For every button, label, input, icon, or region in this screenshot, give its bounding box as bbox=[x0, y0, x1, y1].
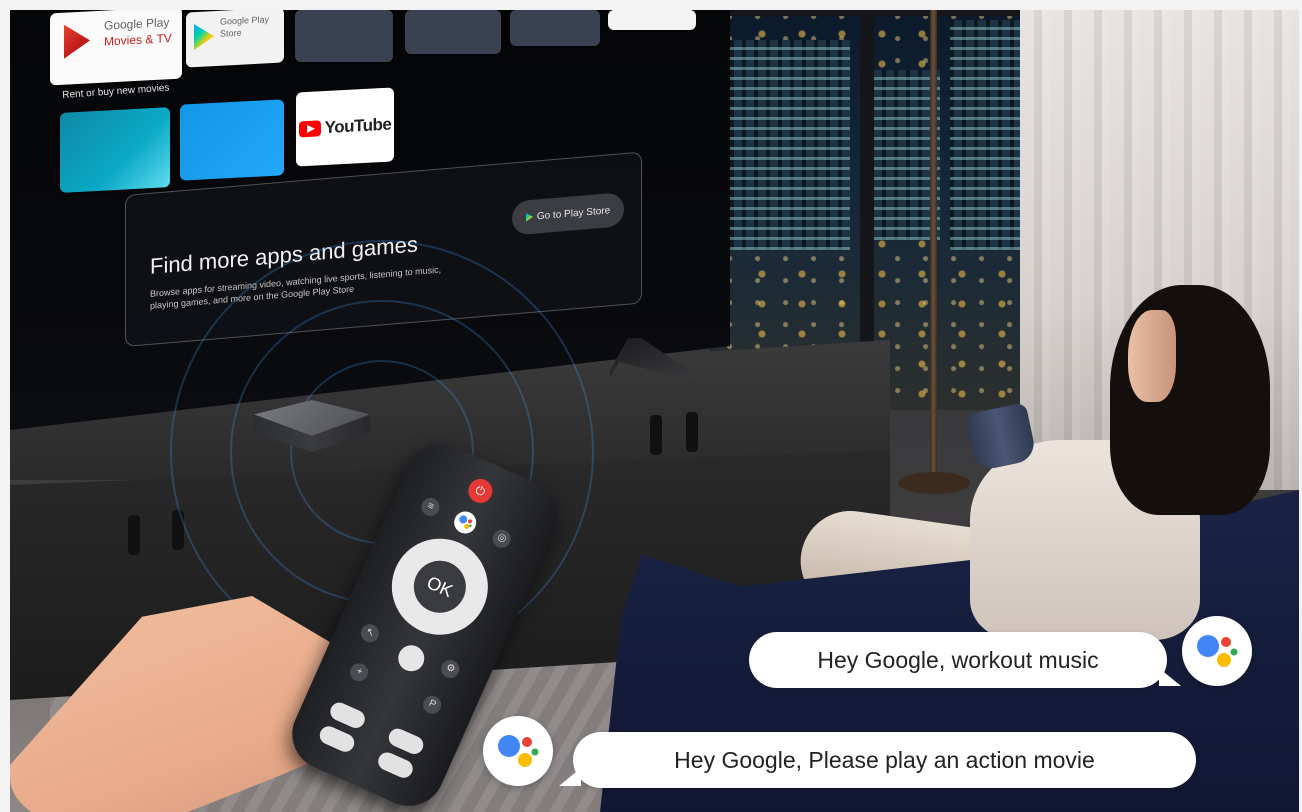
dpad: OK bbox=[376, 523, 504, 651]
speech-bubble: Hey Google, workout music bbox=[749, 632, 1181, 688]
ok-button: OK bbox=[405, 552, 475, 622]
speech-bubble-text: Hey Google, workout music bbox=[817, 646, 1099, 673]
app-shortcut-button bbox=[385, 725, 427, 757]
woman-face bbox=[1128, 310, 1176, 402]
console-handle bbox=[128, 515, 140, 555]
home-button bbox=[394, 641, 429, 676]
menu-button: ≡ bbox=[418, 495, 443, 519]
photo-frame: Google Play Movies & TV Google Play Stor… bbox=[10, 10, 1299, 812]
google-play-store-tile: Google Play Store bbox=[186, 10, 284, 68]
app-tile-teal bbox=[60, 107, 170, 193]
tile-subtitle: Movies & TV bbox=[104, 31, 172, 49]
speech-bubble-text: Hey Google, Please play an action movie bbox=[674, 746, 1095, 773]
tile-subtitle: Store bbox=[220, 27, 242, 39]
window-top-frame bbox=[710, 10, 1030, 16]
youtube-tile: YouTube bbox=[296, 87, 394, 167]
google-play-movies-icon bbox=[64, 23, 90, 58]
google-play-store-icon bbox=[526, 212, 533, 222]
power-icon: ⏻ bbox=[464, 475, 497, 507]
go-to-play-store-label: Go to Play Store bbox=[536, 204, 611, 222]
app-tile bbox=[510, 10, 600, 46]
youtube-logo-icon bbox=[298, 120, 321, 138]
volume-button: + bbox=[347, 660, 371, 685]
skyscraper bbox=[950, 20, 1020, 250]
skyscraper bbox=[730, 40, 850, 250]
app-tile bbox=[405, 10, 501, 54]
speech-bubble: Hey Google, Please play an action movie bbox=[559, 732, 1196, 788]
google-assistant-icon bbox=[450, 507, 480, 537]
go-to-play-store-button: Go to Play Store bbox=[512, 192, 624, 236]
back-button: ↖ bbox=[357, 621, 382, 646]
woman-hair bbox=[1110, 285, 1270, 515]
google-play-movies-tile: Google Play Movies & TV bbox=[50, 10, 182, 86]
tile-title: Google Play bbox=[220, 14, 270, 27]
floor-lamp-base bbox=[898, 472, 970, 494]
app-shortcut-button bbox=[316, 723, 358, 755]
app-tile bbox=[295, 10, 393, 62]
google-play-store-icon bbox=[194, 23, 214, 50]
app-shortcut-button bbox=[375, 749, 416, 781]
console-handle bbox=[650, 415, 662, 455]
console-handle bbox=[686, 412, 698, 452]
app-tile bbox=[608, 10, 696, 30]
tile-title: Google Play bbox=[104, 15, 170, 33]
google-assistant-icon bbox=[1182, 616, 1252, 686]
youtube-label: YouTube bbox=[324, 114, 392, 138]
app-tile-blue bbox=[180, 99, 284, 181]
app-shortcut-button bbox=[327, 699, 368, 731]
settings-button: ⚙ bbox=[438, 657, 463, 681]
floor-lamp bbox=[930, 10, 937, 480]
mouse-button: ◎ bbox=[489, 526, 514, 551]
google-assistant-icon bbox=[483, 716, 553, 786]
channel-button: P bbox=[420, 692, 445, 717]
